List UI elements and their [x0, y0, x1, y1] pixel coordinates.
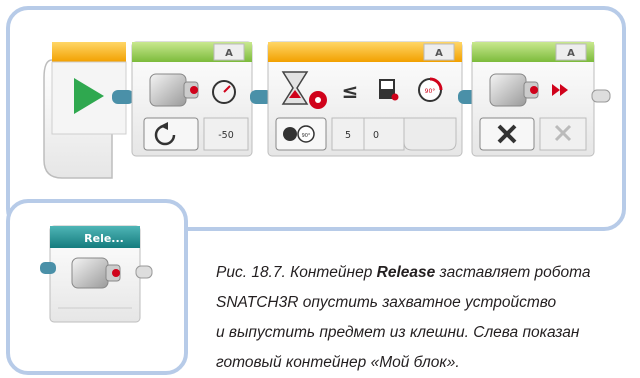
sequence-output-connector — [135, 265, 153, 279]
threshold-input[interactable] — [363, 117, 405, 151]
medium-motor-block[interactable]: A -50 — [131, 41, 253, 157]
my-block-canvas: Rele... — [40, 225, 153, 323]
motor-off-block[interactable]: A — [471, 41, 595, 157]
start-header — [52, 42, 126, 62]
threshold-value: 0 — [373, 130, 379, 141]
caption-line1-rest: заставляет робота — [435, 264, 591, 281]
start-block[interactable] — [43, 42, 127, 179]
sequence-input-connector — [40, 262, 56, 274]
measured-value-output[interactable] — [403, 117, 457, 151]
port-label: A — [435, 48, 443, 59]
motor-rotation-sensor-icon — [309, 91, 327, 109]
port-label: A — [567, 48, 575, 59]
compare-type-value: 5 — [345, 130, 351, 141]
caption-bold-word: Release — [376, 264, 436, 281]
compare-type-symbol: ≤ — [342, 79, 359, 103]
my-block-release[interactable]: Rele... — [40, 225, 153, 323]
sequence-connector — [112, 90, 134, 104]
svg-text:90°: 90° — [425, 88, 436, 95]
caption-line4: готовый контейнер «Мой блок». — [216, 354, 460, 371]
wait-block[interactable]: A ≤ 90° 90° 5 0 — [267, 41, 463, 157]
power-value: -50 — [218, 130, 234, 141]
sequence-connector — [591, 89, 611, 103]
my-block-title: Rele... — [84, 232, 124, 245]
caption-line2: SNATCH3R опустить захватное устройство — [216, 294, 557, 311]
caption-line3: и выпустить предмет из клешни. Слева пок… — [216, 324, 580, 341]
port-label: A — [225, 48, 233, 59]
degrees-icon: 90° — [418, 77, 443, 102]
figure-caption: Рис. 18.7. Контейнер Release заставляет … — [216, 258, 636, 378]
caption-prefix: Рис. 18.7. Контейнер — [216, 264, 377, 281]
svg-text:90°: 90° — [302, 133, 311, 139]
mode-selector[interactable] — [143, 117, 199, 151]
